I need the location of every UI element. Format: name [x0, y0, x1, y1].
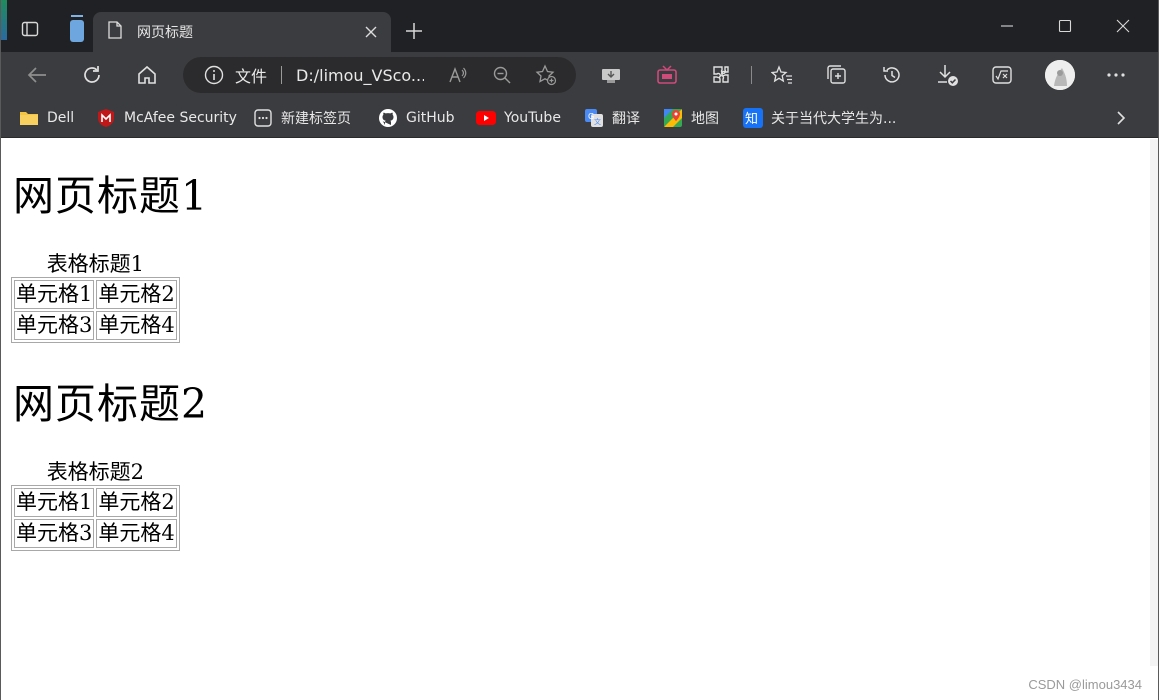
tab-actions-icon[interactable] [19, 18, 41, 40]
table-1: 表格标题1 单元格1 单元格2 单元格3 单元格4 [11, 251, 180, 343]
toolbar-separator [751, 66, 752, 84]
favorites-bar: Dell McAfee Security 新建标签页 GitHub YouTub… [1, 98, 1158, 138]
bookmark-dell[interactable]: Dell [19, 107, 74, 129]
bookmark-mcafee[interactable]: McAfee Security [96, 107, 237, 129]
extensions-icon[interactable] [707, 61, 735, 89]
tab-title: 网页标题 [137, 25, 193, 41]
navigation-toolbar: 文件 D:/limou_VSco... [1, 52, 1158, 98]
home-icon[interactable] [133, 61, 161, 89]
translate-icon: G文 [584, 108, 604, 128]
profile-avatar[interactable] [1045, 60, 1075, 90]
workspaces-icon[interactable] [67, 14, 87, 44]
svg-text:文: 文 [594, 117, 601, 126]
chevron-right-icon[interactable] [1110, 107, 1132, 129]
bookmark-new-tab-page[interactable]: 新建标签页 [253, 107, 351, 129]
table-cell: 单元格4 [96, 311, 177, 340]
table-cell: 单元格1 [14, 488, 95, 517]
bookmark-zhihu[interactable]: 知 关于当代大学生为... [743, 107, 896, 129]
page-heading-1: 网页标题1 [13, 172, 209, 220]
table-row: 单元格1 单元格2 [14, 488, 177, 517]
refresh-icon[interactable] [78, 61, 106, 89]
watermark: CSDN @limou3434 [1028, 677, 1142, 692]
downloads-app-icon[interactable] [597, 61, 625, 89]
close-tab-icon[interactable] [361, 22, 381, 42]
new-tab-button[interactable] [403, 20, 425, 42]
mcafee-shield-icon [96, 108, 116, 128]
add-favorite-icon[interactable] [535, 64, 557, 86]
table-row: 单元格3 单元格4 [14, 311, 177, 340]
table-row: 单元格1 单元格2 [14, 280, 177, 309]
document-icon [107, 21, 123, 43]
read-aloud-icon[interactable] [447, 64, 469, 86]
youtube-icon [476, 108, 496, 128]
active-tab[interactable]: 网页标题 [93, 12, 391, 52]
favorites-icon[interactable] [768, 61, 796, 89]
maps-icon [663, 108, 683, 128]
close-window-icon[interactable] [1111, 14, 1135, 38]
zoom-out-icon[interactable] [491, 64, 513, 86]
bookmark-github[interactable]: GitHub [378, 107, 455, 129]
zhihu-icon: 知 [743, 108, 763, 128]
page-heading-2: 网页标题2 [13, 380, 209, 428]
scrollbar-track[interactable] [1150, 139, 1158, 666]
table-caption-1: 表格标题1 [46, 252, 145, 276]
table-row: 单元格3 单元格4 [14, 519, 177, 548]
minimize-icon[interactable] [995, 14, 1019, 38]
back-icon[interactable] [23, 61, 51, 89]
math-solver-icon[interactable] [988, 61, 1016, 89]
collections-icon[interactable] [823, 61, 851, 89]
table-cell: 单元格2 [96, 280, 177, 309]
table-2: 表格标题2 单元格1 单元格2 单元格3 单元格4 [11, 459, 180, 551]
url-text[interactable]: D:/limou_VSco... [296, 66, 424, 85]
browser-window: 网页标题 文件 D:/limou_VSco... Dell McAfee Sec… [0, 0, 1159, 700]
svg-text:知: 知 [745, 111, 758, 127]
address-separator [281, 66, 283, 84]
info-icon[interactable] [203, 64, 225, 86]
history-icon[interactable] [878, 61, 906, 89]
tab-bar: 网页标题 [1, 0, 1158, 52]
table-cell: 单元格2 [96, 488, 177, 517]
bookmark-translate[interactable]: G文 翻译 [584, 107, 640, 129]
protocol-label: 文件 [235, 67, 268, 86]
bookmark-maps[interactable]: 地图 [663, 107, 719, 129]
table-cell: 单元格1 [14, 280, 95, 309]
taskbar-edge [1, 0, 7, 40]
table-cell: 单元格3 [14, 519, 95, 548]
table-caption-2: 表格标题2 [46, 460, 145, 484]
new-tab-page-icon [253, 108, 273, 128]
maximize-icon[interactable] [1053, 14, 1077, 38]
downloads-icon[interactable] [933, 61, 961, 89]
folder-icon [19, 108, 39, 128]
more-options-icon[interactable] [1102, 61, 1130, 89]
address-bar[interactable]: 文件 D:/limou_VSco... [183, 57, 576, 93]
page-content: 网页标题1 表格标题1 单元格1 单元格2 单元格3 单元格4 网页标题2 表格… [1, 139, 1158, 700]
github-icon [378, 108, 398, 128]
bookmark-youtube[interactable]: YouTube [476, 107, 561, 129]
table-cell: 单元格3 [14, 311, 95, 340]
table-cell: 单元格4 [96, 519, 177, 548]
tv-extension-icon[interactable] [653, 61, 681, 89]
